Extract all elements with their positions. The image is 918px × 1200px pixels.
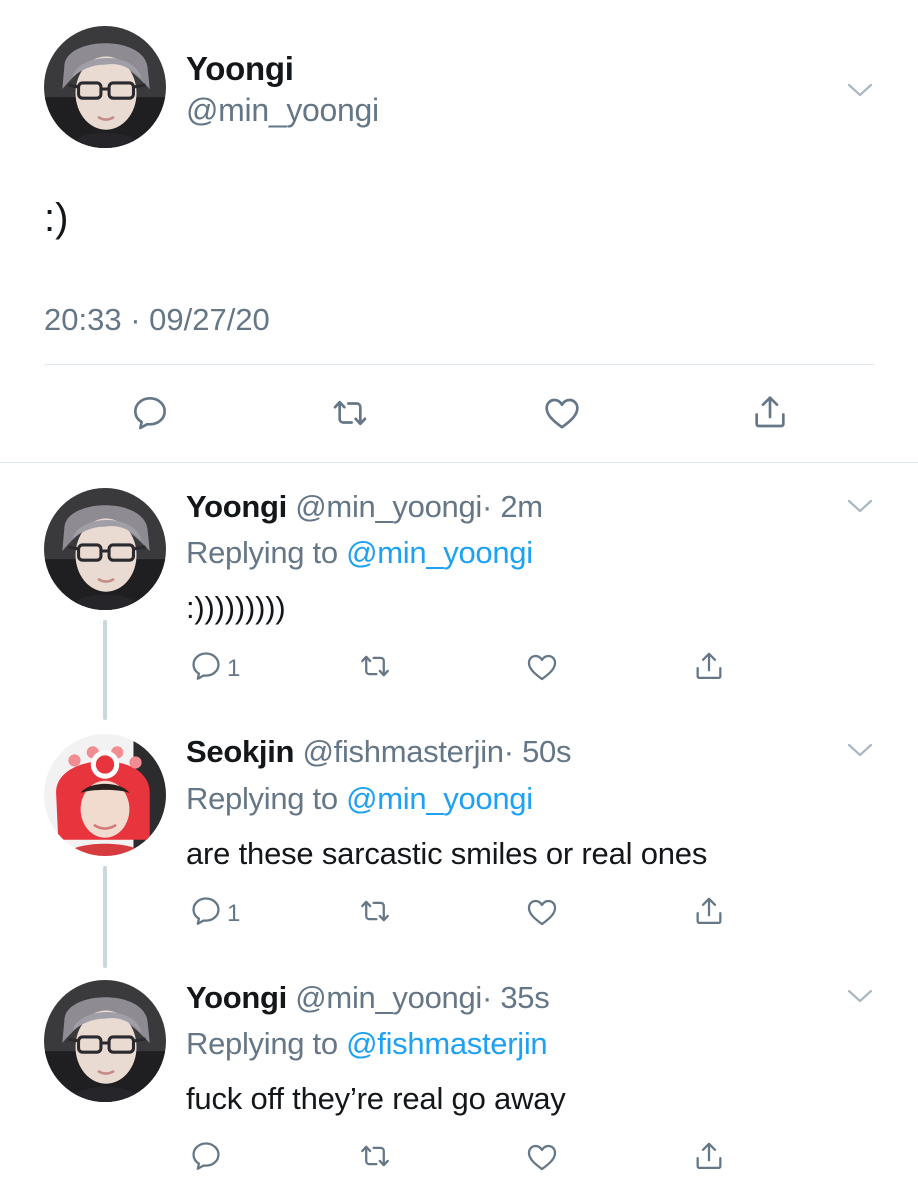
author-handle[interactable]: @fishmasterjin xyxy=(302,734,504,769)
yoongi-avatar[interactable] xyxy=(44,980,166,1102)
reply-icon[interactable] xyxy=(189,1139,223,1173)
retweet-icon[interactable] xyxy=(330,393,370,433)
reply-icon[interactable] xyxy=(130,393,170,433)
yoongi-avatar[interactable] xyxy=(44,488,166,610)
author-handle[interactable]: @min_yoongi xyxy=(295,980,482,1015)
author-handle[interactable]: @min_yoongi xyxy=(186,92,379,129)
tweet-text: :))))))))) xyxy=(186,590,286,625)
reply-count: 1 xyxy=(227,655,241,682)
reply-header: Yoongi @min_yoongi· 2m xyxy=(186,489,543,525)
replying-to: Replying to @min_yoongi xyxy=(186,535,533,571)
author-name[interactable]: Yoongi xyxy=(186,50,294,88)
divider xyxy=(44,364,874,365)
tweet-text: are these sarcastic smiles or real ones xyxy=(186,836,708,871)
reply-time: · 2m xyxy=(481,489,543,524)
share-icon[interactable] xyxy=(692,1139,726,1173)
tweet-text: fuck off they’re real go away xyxy=(186,1081,566,1116)
reply-icon[interactable] xyxy=(189,649,223,683)
replying-prefix: Replying to xyxy=(186,1026,347,1061)
retweet-icon[interactable] xyxy=(358,1139,392,1173)
replying-prefix: Replying to xyxy=(186,535,347,570)
tweet-timestamp[interactable]: 20:33 · 09/27/20 xyxy=(44,302,270,338)
replying-prefix: Replying to xyxy=(186,781,347,816)
thread-line xyxy=(103,866,107,968)
reply-header: Yoongi @min_yoongi· 35s xyxy=(186,980,550,1016)
thread-line xyxy=(103,620,107,720)
mention-link[interactable]: @min_yoongi xyxy=(346,781,533,816)
share-icon[interactable] xyxy=(750,392,790,432)
author-name[interactable]: Seokjin xyxy=(186,734,294,769)
tweet-text: :) xyxy=(44,196,69,240)
author-name[interactable]: Yoongi xyxy=(186,489,287,524)
author-handle[interactable]: @min_yoongi xyxy=(295,489,482,524)
chevron-down-icon[interactable] xyxy=(845,496,875,516)
share-icon[interactable] xyxy=(692,894,726,928)
divider xyxy=(0,462,918,463)
chevron-down-icon[interactable] xyxy=(845,740,875,760)
mention-link[interactable]: @min_yoongi xyxy=(346,535,533,570)
mention-link[interactable]: @fishmasterjin xyxy=(346,1026,548,1061)
reply-time: · 35s xyxy=(481,980,550,1015)
reply-icon[interactable] xyxy=(189,894,223,928)
replying-to: Replying to @min_yoongi xyxy=(186,781,533,817)
heart-icon[interactable] xyxy=(525,650,559,684)
share-icon[interactable] xyxy=(692,649,726,683)
reply-count: 1 xyxy=(227,900,241,927)
seokjin-avatar[interactable] xyxy=(44,734,166,856)
replying-to: Replying to @fishmasterjin xyxy=(186,1026,548,1062)
retweet-icon[interactable] xyxy=(358,649,392,683)
reply-time: · 50s xyxy=(503,734,572,769)
heart-icon[interactable] xyxy=(525,1140,559,1174)
chevron-down-icon[interactable] xyxy=(845,986,875,1006)
heart-icon[interactable] xyxy=(525,895,559,929)
author-name[interactable]: Yoongi xyxy=(186,980,287,1015)
retweet-icon[interactable] xyxy=(358,894,392,928)
yoongi-avatar[interactable] xyxy=(44,26,166,148)
reply-header: Seokjin @fishmasterjin· 50s xyxy=(186,734,571,770)
chevron-down-icon[interactable] xyxy=(845,80,875,100)
heart-icon[interactable] xyxy=(542,393,582,433)
